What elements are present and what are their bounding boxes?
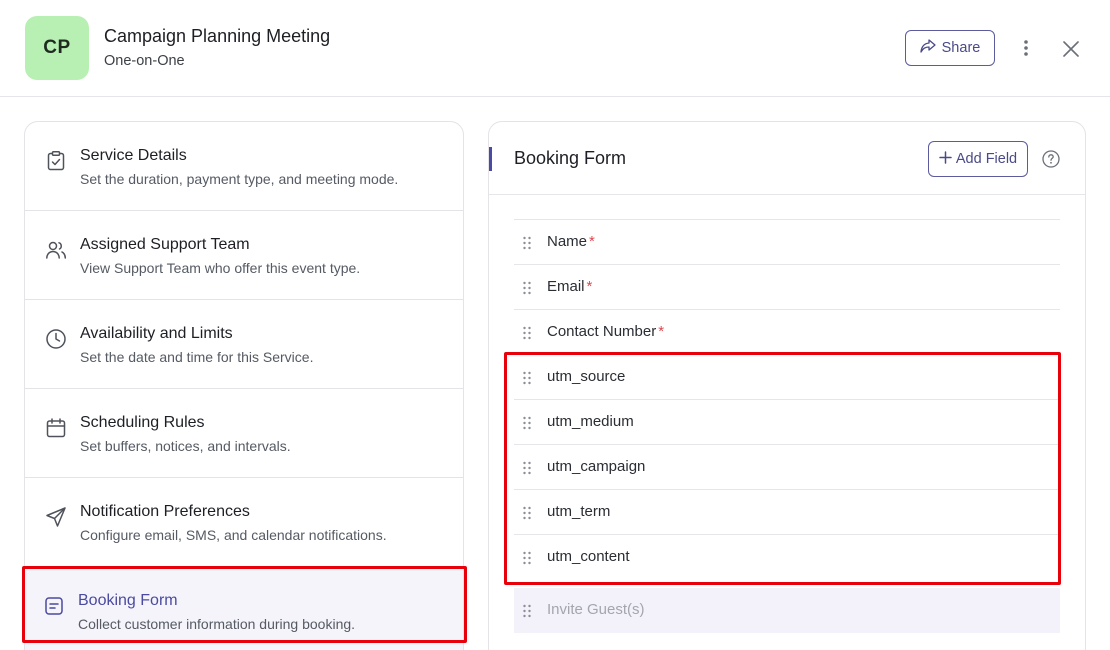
- calendar-icon: [45, 417, 67, 439]
- step-assigned-support-team[interactable]: Assigned Support Team View Support Team …: [25, 211, 463, 300]
- section-accent-bar: [489, 147, 492, 171]
- step-service-details[interactable]: Service Details Set the duration, paymen…: [25, 122, 463, 211]
- clock-icon: [45, 328, 67, 350]
- field-label: Contact Number *: [547, 323, 665, 340]
- send-icon: [45, 506, 67, 528]
- step-availability-and-limits[interactable]: Availability and Limits Set the date and…: [25, 300, 463, 389]
- highlight-box-booking-form-step: [22, 566, 467, 643]
- close-icon[interactable]: [1058, 36, 1084, 62]
- page-subtitle: One-on-One: [104, 53, 185, 69]
- header: CP Campaign Planning Meeting One-on-One …: [0, 0, 1110, 97]
- kebab-menu-icon[interactable]: [1014, 36, 1038, 60]
- step-description: Set the duration, payment type, and meet…: [80, 171, 399, 187]
- required-marker: *: [586, 278, 593, 295]
- share-button[interactable]: Share: [905, 30, 995, 66]
- highlight-box-utm-fields: [504, 352, 1061, 585]
- divider: [489, 194, 1085, 195]
- plus-icon: [939, 150, 952, 168]
- step-title: Service Details: [80, 147, 187, 164]
- drag-handle-icon[interactable]: [522, 236, 532, 250]
- field-label: Invite Guest(s): [547, 601, 645, 618]
- form-field-row[interactable]: Name *: [514, 219, 1060, 264]
- add-field-button[interactable]: Add Field: [928, 141, 1028, 177]
- share-button-label: Share: [941, 40, 981, 56]
- step-description: View Support Team who offer this event t…: [80, 260, 361, 276]
- drag-handle-icon[interactable]: [522, 604, 532, 618]
- field-label: Name *: [547, 233, 595, 250]
- step-description: Configure email, SMS, and calendar notif…: [80, 527, 387, 543]
- step-notification-preferences[interactable]: Notification Preferences Configure email…: [25, 478, 463, 567]
- booking-form-title: Booking Form: [514, 148, 627, 168]
- form-field-row[interactable]: Contact Number *: [514, 309, 1060, 354]
- help-circle-icon[interactable]: [1042, 150, 1060, 168]
- page-title: Campaign Planning Meeting: [104, 26, 331, 46]
- share-forward-icon: [919, 39, 936, 57]
- step-title: Scheduling Rules: [80, 414, 205, 431]
- avatar: CP: [25, 16, 89, 80]
- step-description: Set buffers, notices, and intervals.: [80, 438, 291, 454]
- step-title: Availability and Limits: [80, 325, 233, 342]
- users-icon: [45, 239, 67, 261]
- step-title: Assigned Support Team: [80, 236, 250, 253]
- step-scheduling-rules[interactable]: Scheduling Rules Set buffers, notices, a…: [25, 389, 463, 478]
- step-title: Notification Preferences: [80, 503, 250, 520]
- required-marker: *: [589, 233, 595, 250]
- add-field-label: Add Field: [955, 151, 1018, 167]
- drag-handle-icon[interactable]: [522, 326, 532, 340]
- field-label: Email *: [547, 278, 593, 295]
- clipboard-check-icon: [45, 150, 67, 172]
- step-description: Set the date and time for this Service.: [80, 349, 314, 365]
- required-marker: *: [658, 323, 665, 340]
- form-field-row[interactable]: Email *: [514, 264, 1060, 309]
- drag-handle-icon[interactable]: [522, 281, 532, 295]
- form-field-row-invite-guests[interactable]: Invite Guest(s): [514, 588, 1060, 633]
